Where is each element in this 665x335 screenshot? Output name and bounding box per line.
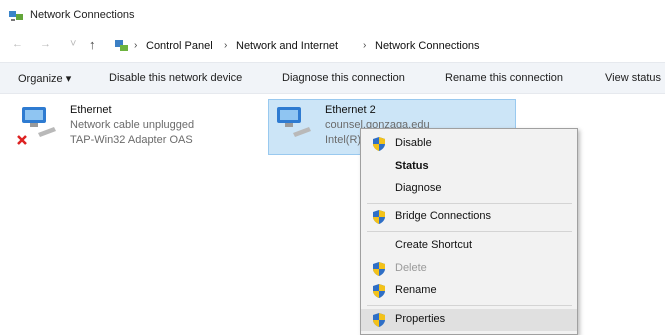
menu-item-label: Properties	[395, 313, 446, 325]
diagnose-connection-button[interactable]: Diagnose this connection	[282, 72, 405, 84]
menu-separator	[367, 231, 572, 232]
breadcrumb-separator[interactable]: ›	[363, 40, 366, 51]
menu-item-label: Delete	[395, 262, 427, 274]
menu-item-label: Disable	[395, 137, 432, 149]
network-connections-icon	[9, 11, 23, 21]
menu-item-label: Status	[395, 160, 429, 172]
menu-item-bridge-connections[interactable]: Bridge Connections	[361, 206, 577, 228]
menu-separator	[367, 305, 572, 306]
uac-shield-icon	[373, 210, 385, 224]
menu-item-label: Diagnose	[395, 182, 442, 194]
connection-adapter: TAP-Win32 Adapter OAS	[70, 134, 193, 146]
menu-item-label: Create Shortcut	[395, 239, 473, 251]
menu-item-label: Rename	[395, 284, 437, 296]
recent-locations-icon[interactable]: ˅	[70, 38, 76, 50]
menu-item-diagnose[interactable]: Diagnose	[361, 178, 577, 200]
breadcrumb-network-and-internet[interactable]: Network and Internet	[236, 40, 338, 52]
disconnected-x-icon	[17, 135, 27, 145]
breadcrumb-network-connections[interactable]: Network Connections	[375, 40, 480, 52]
back-arrow-icon[interactable]: ←	[12, 38, 23, 50]
breadcrumb-separator[interactable]: ›	[224, 40, 227, 51]
rename-connection-button[interactable]: Rename this connection	[445, 72, 563, 84]
control-panel-icon	[115, 40, 128, 51]
organize-button[interactable]: Organize ▾	[18, 72, 71, 85]
window-title: Network Connections	[30, 9, 135, 21]
menu-item-rename[interactable]: Rename	[361, 280, 577, 302]
uac-shield-icon	[373, 262, 385, 276]
breadcrumb-control-panel[interactable]: Control Panel	[146, 40, 213, 52]
disable-device-button[interactable]: Disable this network device	[109, 72, 242, 84]
network-adapter-icon	[277, 107, 311, 137]
menu-item-delete: Delete	[361, 258, 577, 280]
menu-item-disable[interactable]: Disable	[361, 133, 577, 155]
connection-name: Ethernet	[70, 104, 112, 116]
menu-item-create-shortcut[interactable]: Create Shortcut	[361, 235, 577, 257]
menu-item-status[interactable]: Status	[361, 156, 577, 178]
forward-arrow-icon[interactable]: →	[40, 38, 51, 50]
uac-shield-icon	[373, 137, 385, 151]
connection-status: Network cable unplugged	[70, 119, 195, 131]
view-status-button[interactable]: View status	[605, 72, 661, 84]
menu-item-label: Bridge Connections	[395, 210, 492, 222]
menu-separator	[367, 203, 572, 204]
uac-shield-icon	[373, 313, 385, 327]
connection-name: Ethernet 2	[325, 104, 376, 116]
uac-shield-icon	[373, 284, 385, 298]
breadcrumb-separator[interactable]: ›	[134, 40, 137, 51]
menu-item-properties[interactable]: Properties	[361, 309, 577, 331]
up-arrow-icon[interactable]: ↑	[89, 37, 96, 52]
